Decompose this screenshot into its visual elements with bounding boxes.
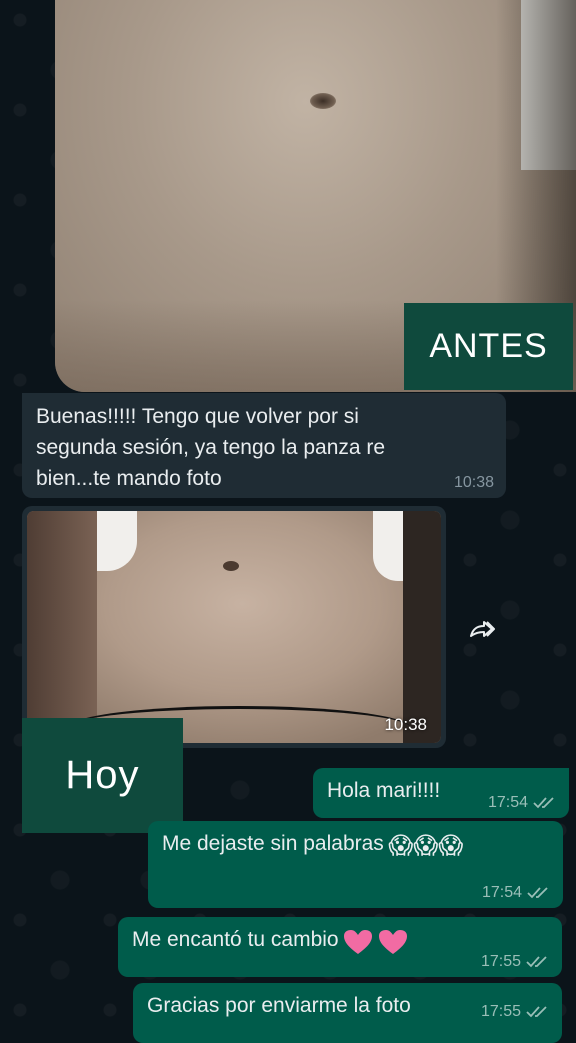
photo-shirt-left xyxy=(97,511,137,571)
outgoing-message[interactable]: Gracias por enviarme la foto 17:55 xyxy=(133,983,562,1043)
message-meta: 17:54 xyxy=(482,884,551,902)
message-time: 17:55 xyxy=(480,953,521,970)
message-meta: 17:55 xyxy=(481,953,550,971)
incoming-message[interactable]: Buenas!!!!! Tengo que volver por si segu… xyxy=(22,393,506,498)
photo-navel xyxy=(310,93,336,109)
message-time: 17:55 xyxy=(480,1003,521,1020)
outgoing-message-text: Me dejaste sin palabras xyxy=(162,832,384,855)
message-time: 17:54 xyxy=(481,884,522,901)
scream-emoji-icon: 😱😱😱 xyxy=(388,832,464,860)
outgoing-message-text: Me encantó tu cambio xyxy=(132,928,339,951)
outgoing-message[interactable]: Me dejaste sin palabras 😱😱😱 17:54 xyxy=(148,821,563,908)
message-meta: 17:55 xyxy=(481,1003,550,1021)
double-check-icon xyxy=(533,797,554,809)
forward-icon[interactable] xyxy=(462,609,502,649)
outgoing-message[interactable]: Me encantó tu cambio 17:55 xyxy=(118,917,562,977)
incoming-message-time: 10:38 xyxy=(453,474,494,491)
photo-room-left xyxy=(27,511,97,743)
incoming-photo-message[interactable]: 10:38 xyxy=(22,506,446,748)
incoming-message-text: Buenas!!!!! Tengo que volver por si segu… xyxy=(36,405,386,490)
photo-message-time: 10:38 xyxy=(384,715,427,734)
message-time: 17:54 xyxy=(487,794,528,811)
double-check-icon xyxy=(527,887,548,899)
double-check-icon xyxy=(526,956,547,968)
photo-shirt-right xyxy=(373,511,403,581)
double-check-icon xyxy=(526,1006,547,1018)
outgoing-message-text: Gracias por enviarme la foto xyxy=(147,994,411,1017)
after-photo[interactable]: 10:38 xyxy=(27,511,441,743)
message-meta: 17:54 xyxy=(488,794,557,812)
before-label: ANTES xyxy=(404,303,573,390)
outgoing-message-text: Hola mari!!!! xyxy=(327,779,441,802)
photo-navel-small xyxy=(223,561,239,571)
outgoing-message[interactable]: Hola mari!!!! 17:54 xyxy=(313,768,569,818)
pink-heart-icon xyxy=(344,929,373,954)
photo-room-right xyxy=(403,511,441,743)
pink-heart-icon xyxy=(378,929,407,954)
today-label: Hoy xyxy=(22,718,183,833)
